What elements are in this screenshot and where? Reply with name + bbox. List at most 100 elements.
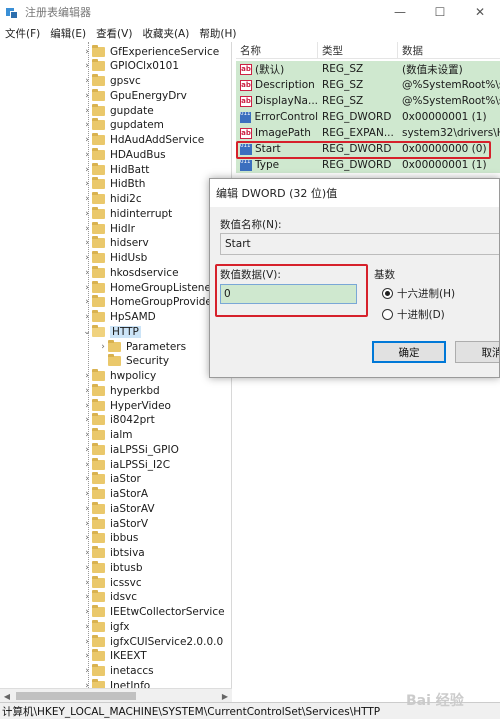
expand-chevron-icon[interactable]: ›	[82, 605, 92, 620]
tree-item[interactable]: HyperVideo	[92, 398, 171, 413]
tree-item[interactable]: iaStor	[92, 472, 141, 487]
tree-item[interactable]: HomeGroupListener	[92, 280, 215, 295]
scrollbar-thumb[interactable]	[16, 692, 136, 700]
expand-chevron-icon[interactable]: ›	[82, 442, 92, 457]
tree-item[interactable]: iaStorA	[92, 487, 148, 502]
scroll-left-icon[interactable]: ◀	[0, 689, 14, 703]
expand-chevron-icon[interactable]: ›	[82, 428, 92, 443]
collapse-chevron-icon[interactable]: ⌄	[82, 324, 92, 339]
expand-chevron-icon[interactable]: ›	[82, 162, 92, 177]
expand-chevron-icon[interactable]: ›	[82, 103, 92, 118]
tree-item[interactable]: hwpolicy	[92, 369, 156, 384]
expand-chevron-icon[interactable]: ›	[82, 251, 92, 266]
tree-item[interactable]: idsvc	[92, 590, 137, 605]
expand-chevron-icon[interactable]: ›	[82, 88, 92, 103]
tree-item[interactable]: igfx	[92, 619, 130, 634]
expand-chevron-icon[interactable]: ›	[82, 177, 92, 192]
expand-chevron-icon[interactable]: ›	[82, 383, 92, 398]
tree-item[interactable]: iaStorAV	[92, 501, 155, 516]
tree-item[interactable]: hidi2c	[92, 192, 142, 207]
expand-chevron-icon[interactable]: ›	[82, 516, 92, 531]
expand-chevron-icon[interactable]: ›	[82, 649, 92, 664]
expand-chevron-icon[interactable]: ›	[82, 413, 92, 428]
expand-chevron-icon[interactable]: ›	[82, 147, 92, 162]
tree-item[interactable]: i8042prt	[92, 413, 155, 428]
tree-item[interactable]: HdAudAddService	[92, 133, 204, 148]
tree-item[interactable]: gpsvc	[92, 74, 141, 89]
tree-item[interactable]: HDAudBus	[92, 147, 166, 162]
expand-chevron-icon[interactable]: ›	[82, 369, 92, 384]
menu-edit[interactable]: 编辑(E)	[45, 26, 91, 41]
expand-chevron-icon[interactable]: ›	[82, 634, 92, 649]
tree-item[interactable]: hidinterrupt	[92, 206, 172, 221]
tree-item[interactable]: HidBth	[92, 177, 145, 192]
ok-button[interactable]: 确定	[372, 341, 446, 363]
tree-item[interactable]: hidserv	[92, 236, 149, 251]
expand-chevron-icon[interactable]: ›	[82, 501, 92, 516]
scroll-right-icon[interactable]: ▶	[218, 689, 232, 703]
menu-view[interactable]: 查看(V)	[91, 26, 137, 41]
tree-item[interactable]: IKEEXT	[92, 649, 147, 664]
tree-item[interactable]: Parameters	[108, 339, 186, 354]
tree-item[interactable]: HpSAMD	[92, 310, 156, 325]
maximize-button[interactable]: ☐	[420, 0, 460, 24]
value-row[interactable]: 011 110ErrorControl REG_DWORD 0x00000001 (…	[236, 109, 500, 125]
expand-chevron-icon[interactable]: ›	[82, 575, 92, 590]
close-button[interactable]: ✕	[460, 0, 500, 24]
value-row[interactable]: ab ImagePath REG_EXPAN... system32\drivers\…	[236, 125, 500, 141]
expand-chevron-icon[interactable]: ›	[82, 59, 92, 74]
menu-file[interactable]: 文件(F)	[0, 26, 45, 41]
tree-item[interactable]: ibtsiva	[92, 546, 145, 561]
expand-chevron-icon[interactable]: ›	[82, 44, 92, 59]
tree-item[interactable]: igfxCUIService2.0.0.0	[92, 634, 223, 649]
expand-chevron-icon[interactable]: ›	[82, 678, 92, 688]
expand-chevron-icon[interactable]: ›	[82, 133, 92, 148]
expand-chevron-icon[interactable]	[98, 354, 108, 369]
expand-chevron-icon[interactable]: ›	[82, 472, 92, 487]
tree-item[interactable]: IEEtwCollectorService	[92, 605, 225, 620]
column-name-header[interactable]: 名称	[236, 42, 318, 59]
value-row[interactable]: ab DisplayNa... REG_SZ @%SystemRoot%\s	[236, 93, 500, 109]
expand-chevron-icon[interactable]: ›	[98, 339, 108, 354]
expand-chevron-icon[interactable]: ›	[82, 546, 92, 561]
tree-item[interactable]: HidIr	[92, 221, 135, 236]
column-type-header[interactable]: 类型	[318, 42, 398, 59]
tree-item[interactable]: GfExperienceService	[92, 44, 219, 59]
tree-horizontal-scrollbar[interactable]: ◀ ▶	[0, 688, 232, 702]
tree-item[interactable]: HomeGroupProvider	[92, 295, 216, 310]
expand-chevron-icon[interactable]: ›	[82, 236, 92, 251]
tree-item[interactable]: hyperkbd	[92, 383, 160, 398]
tree-item[interactable]: iaLPSSi_I2C	[92, 457, 170, 472]
tree-item[interactable]: GpuEnergyDrv	[92, 88, 187, 103]
value-row[interactable]: 011 110Type REG_DWORD 0x00000001 (1)	[236, 157, 500, 173]
expand-chevron-icon[interactable]: ›	[82, 118, 92, 133]
expand-chevron-icon[interactable]: ›	[82, 619, 92, 634]
menu-help[interactable]: 帮助(H)	[194, 26, 241, 41]
value-row[interactable]: ab (默认) REG_SZ (数值未设置)	[236, 61, 500, 77]
expand-chevron-icon[interactable]: ›	[82, 192, 92, 207]
expand-chevron-icon[interactable]: ›	[82, 560, 92, 575]
menu-favorites[interactable]: 收藏夹(A)	[137, 26, 194, 41]
expand-chevron-icon[interactable]: ›	[82, 265, 92, 280]
tree-item[interactable]: ibtusb	[92, 560, 143, 575]
expand-chevron-icon[interactable]: ›	[82, 487, 92, 502]
expand-chevron-icon[interactable]: ›	[82, 310, 92, 325]
dec-radio[interactable]: 十进制(D)	[382, 307, 445, 322]
expand-chevron-icon[interactable]: ›	[82, 590, 92, 605]
expand-chevron-icon[interactable]: ›	[82, 664, 92, 679]
expand-chevron-icon[interactable]: ›	[82, 295, 92, 310]
tree-item[interactable]: ialm	[92, 428, 133, 443]
tree-item[interactable]: gupdatem	[92, 118, 164, 133]
tree-item[interactable]: ibbus	[92, 531, 138, 546]
tree-item[interactable]: icssvc	[92, 575, 142, 590]
tree-item[interactable]: HidBatt	[92, 162, 149, 177]
expand-chevron-icon[interactable]: ›	[82, 74, 92, 89]
tree-item[interactable]: gupdate	[92, 103, 154, 118]
tree-item[interactable]: Security	[108, 354, 169, 369]
tree-item[interactable]: GPIOClx0101	[92, 59, 179, 74]
tree-item[interactable]: hkosdservice	[92, 265, 179, 280]
hex-radio[interactable]: 十六进制(H)	[382, 286, 455, 301]
value-row[interactable]: ab Description REG_SZ @%SystemRoot%\s	[236, 77, 500, 93]
tree-item[interactable]: InetInfo	[92, 678, 150, 688]
column-data-header[interactable]: 数据	[398, 42, 500, 59]
